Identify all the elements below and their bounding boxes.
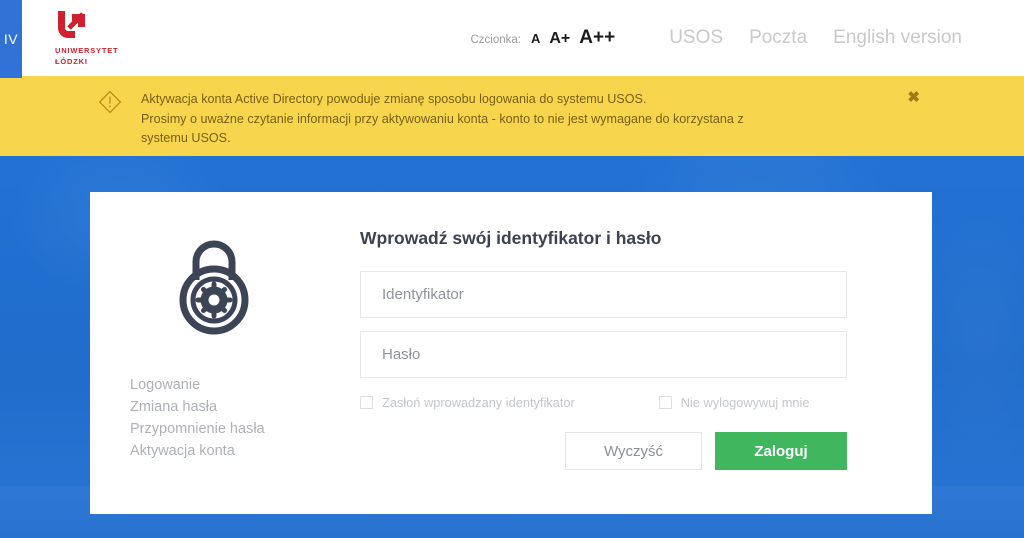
checkbox-box[interactable] <box>360 396 373 409</box>
login-page: IV UNIWERSYTET ŁÓDZKI Czcionka: A A+ A++… <box>0 0 1024 538</box>
uni-lodz-logo-icon <box>58 11 85 39</box>
login-card: Logowanie Zmiana hasła Przypomnienie has… <box>90 192 932 514</box>
header-link-english[interactable]: English version <box>833 27 962 49</box>
header-link-poczta[interactable]: Poczta <box>749 27 807 49</box>
identifier-input[interactable]: Identyfikator <box>360 271 847 318</box>
password-placeholder: Hasło <box>382 346 421 363</box>
site-header: UNIWERSYTET ŁÓDZKI Czcionka: A A+ A++ US… <box>22 0 1024 76</box>
warning-diamond-icon <box>98 90 122 114</box>
mask-identifier-checkbox[interactable]: Zasłoń wprowadzany identyfikator <box>360 395 575 410</box>
identifier-placeholder: Identyfikator <box>382 286 464 303</box>
font-size-medium-button[interactable]: A+ <box>549 31 570 47</box>
font-size-small-button[interactable]: A <box>531 32 540 45</box>
login-card-left: Logowanie Zmiana hasła Przypomnienie has… <box>90 192 360 514</box>
keep-logged-out-checkbox[interactable]: Nie wylogowywuj mnie <box>658 395 810 410</box>
keep-logged-out-label: Nie wylogowywuj mnie <box>680 395 810 410</box>
logo-text-line1: UNIWERSYTET <box>55 46 119 56</box>
side-link-zmiana-hasla[interactable]: Zmiana hasła <box>130 396 360 418</box>
side-link-logowanie[interactable]: Logowanie <box>130 374 360 396</box>
padlock-gear-icon <box>179 240 249 335</box>
password-input[interactable]: Hasło <box>360 331 847 378</box>
font-size-label: Czcionka: <box>470 34 521 46</box>
alert-banner: Aktywacja konta Active Directory powoduj… <box>0 76 1024 156</box>
window-tab-label: IV <box>3 31 19 47</box>
form-actions: Wyczyść Zaloguj <box>360 432 847 470</box>
alert-line-2: Prosimy o uważne czytanie informacji prz… <box>141 111 744 126</box>
window-tab[interactable]: IV <box>0 0 22 78</box>
alert-message: Aktywacja konta Active Directory powoduj… <box>141 90 744 149</box>
alert-line-1: Aktywacja konta Active Directory powoduj… <box>141 92 647 106</box>
login-options: Zasłoń wprowadzany identyfikator Nie wyl… <box>360 395 847 410</box>
logo-text: UNIWERSYTET ŁÓDZKI <box>55 46 118 66</box>
alert-line-3: systemu USOS. <box>141 131 231 145</box>
clear-button[interactable]: Wyczyść <box>565 432 702 470</box>
header-right-nav: Czcionka: A A+ A++ USOS Poczta English v… <box>470 27 962 49</box>
university-logo[interactable]: UNIWERSYTET ŁÓDZKI <box>55 9 118 66</box>
side-link-aktywacja-konta[interactable]: Aktywacja konta <box>130 440 360 462</box>
font-size-large-button[interactable]: A++ <box>579 28 615 47</box>
alert-close-icon[interactable]: ✖ <box>907 90 920 105</box>
logo-text-line2: ŁÓDZKI <box>55 56 88 66</box>
login-button[interactable]: Zaloguj <box>715 432 847 470</box>
login-form: Wprowadź swój identyfikator i hasło Iden… <box>360 192 932 514</box>
checkbox-box[interactable] <box>658 396 672 409</box>
side-link-przypomnienie-hasla[interactable]: Przypomnienie hasła <box>130 418 360 440</box>
form-title: Wprowadź swój identyfikator i hasło <box>360 228 662 248</box>
side-navigation: Logowanie Zmiana hasła Przypomnienie has… <box>130 374 360 462</box>
header-link-usos[interactable]: USOS <box>669 27 723 49</box>
mask-identifier-label: Zasłoń wprowadzany identyfikator <box>382 395 575 410</box>
